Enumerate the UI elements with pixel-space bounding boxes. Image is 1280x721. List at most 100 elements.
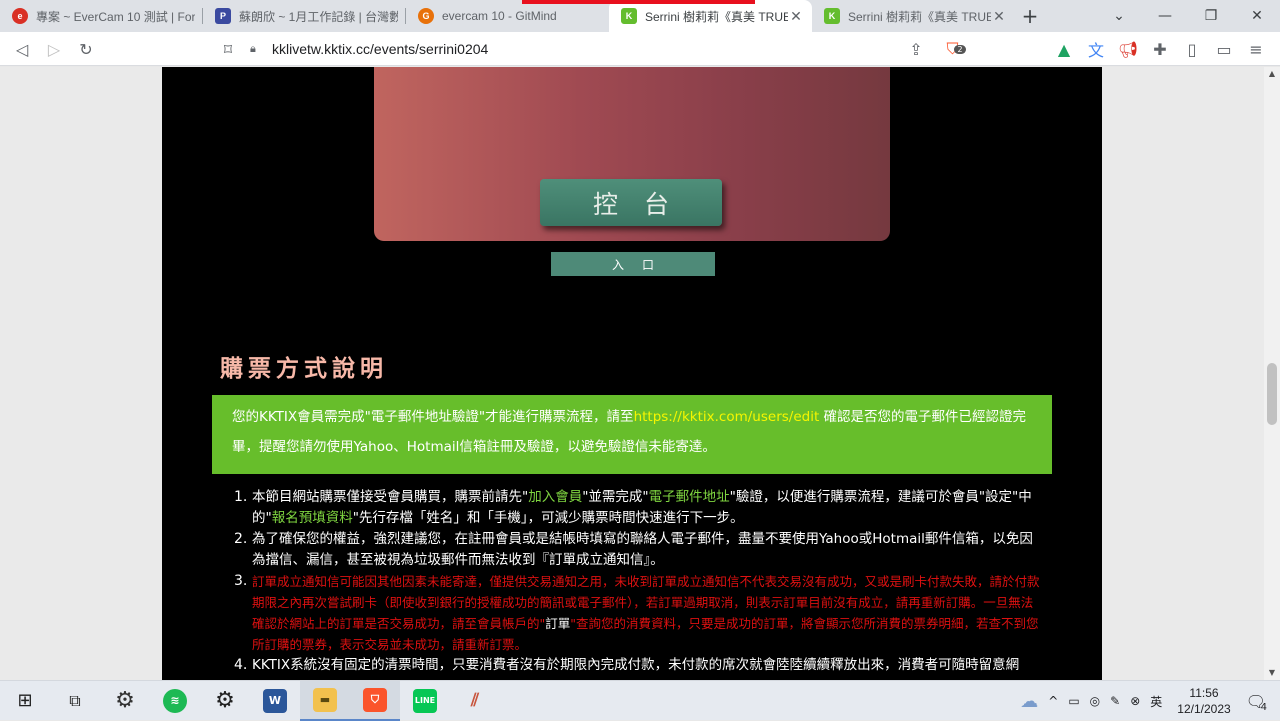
browser-tab[interactable]: e 專案 ~ EverCam 10 測試 | Forn xyxy=(0,0,203,32)
close-icon[interactable]: ✕ xyxy=(1234,0,1280,32)
list-item: 4. KKTIX系統沒有固定的清票時間，只要消費者沒有於期限內完成付款，未付款的… xyxy=(234,655,1042,676)
tab-title: Serrini 樹莉莉《真美 TRUE LOV xyxy=(848,9,991,24)
translate-icon[interactable]: 文 xyxy=(1080,33,1112,65)
browser-tab-active[interactable]: K Serrini 樹莉莉《真美 TRUE ✕ xyxy=(609,0,812,32)
rule-text: KKTIX系統沒有固定的清票時間，只要消費者沒有於期限內完成付款，未付款的席次就… xyxy=(252,657,1020,673)
list-number: 4. xyxy=(234,657,248,673)
page-viewport: 控台 入口 購票方式說明 您的KKTIX會員需完成"電子郵件地址驗證"才能進行購… xyxy=(0,67,1264,680)
scroll-down-icon[interactable]: ▼ xyxy=(1264,666,1280,680)
brave-shield-icon[interactable]: ⛉ 2 xyxy=(940,33,972,65)
start-button[interactable]: ⊞ xyxy=(0,681,50,721)
bookmark-icon[interactable]: ⌑ xyxy=(212,33,244,65)
brave-browser-icon: ⛉ xyxy=(363,687,387,712)
minimize-icon[interactable]: — xyxy=(1142,0,1188,32)
orders-link[interactable]: 訂單 xyxy=(545,616,570,631)
wallet-icon[interactable]: ▭ xyxy=(1208,33,1240,65)
tab-close-icon[interactable]: ✕ xyxy=(991,8,1007,25)
input-method-indicator[interactable]: 英 xyxy=(1150,693,1162,710)
list-number: 3. xyxy=(234,573,248,589)
address-bar[interactable]: 🔒︎ kklivetw.kktix.cc/events/serrini0204 xyxy=(250,39,488,59)
url-text: kklivetw.kktix.cc/events/serrini0204 xyxy=(272,41,489,57)
taskbar-app[interactable]: ⚙ xyxy=(200,681,250,721)
word-icon: W xyxy=(263,688,287,713)
event-content: 控台 入口 購票方式說明 您的KKTIX會員需完成"電子郵件地址驗證"才能進行購… xyxy=(162,67,1102,680)
tab-favicon-icon: K xyxy=(621,8,637,24)
notification-icon[interactable]: 🗨︎ 4 xyxy=(1246,692,1267,713)
list-number: 2. xyxy=(234,531,248,547)
camera-icon[interactable]: ◎ xyxy=(1090,694,1100,708)
rules-list: 1. 本節目網站購票僅接受會員購買，購票前請先"加入會員"並需完成"電子郵件地址… xyxy=(234,487,1042,676)
task-view-button[interactable]: ⧉ xyxy=(50,681,100,721)
chevron-up-icon[interactable]: ^ xyxy=(1048,694,1058,708)
file-explorer-icon: ▬ xyxy=(313,687,337,712)
notice-box: 您的KKTIX會員需完成"電子郵件地址驗證"才能進行購票流程，請至https:/… xyxy=(212,395,1052,474)
rule-text: "並需完成" xyxy=(582,489,649,505)
section-heading: 購票方式說明 xyxy=(220,356,388,382)
tab-title: Serrini 樹莉莉《真美 TRUE xyxy=(645,9,788,24)
reload-icon[interactable]: ↻ xyxy=(70,33,102,65)
taskbar-app-active[interactable]: ⛉ xyxy=(350,680,400,721)
plus-icon[interactable]: + xyxy=(1015,0,1045,32)
clock-time: 11:56 xyxy=(1189,686,1219,700)
list-item: 1. 本節目網站購票僅接受會員購買，購票前請先"加入會員"並需完成"電子郵件地址… xyxy=(234,487,1042,529)
pen-icon[interactable]: ✎ xyxy=(1110,694,1120,708)
clock-date: 12/1/2023 xyxy=(1177,702,1231,716)
taskbar-app[interactable]: LINE xyxy=(400,681,450,721)
task-view-icon: ⧉ xyxy=(69,690,81,710)
google-drive-icon[interactable]: ▲ xyxy=(1048,33,1080,65)
back-icon[interactable]: ◁ xyxy=(6,33,38,65)
notice-text: 您的KKTIX會員需完成"電子郵件地址驗證"才能進行購票流程，請至 xyxy=(232,409,634,425)
tab-title: evercam 10 - GitMind xyxy=(442,9,557,23)
taskbar-app[interactable]: ⫽ xyxy=(450,681,500,721)
system-tray: ☁ ^ ▭ ◎ ✎ ⊗ 英 11:56 12/1/2023 🗨︎ 4 xyxy=(1015,681,1280,721)
restore-icon[interactable]: ❐ xyxy=(1188,0,1234,32)
network-icon[interactable]: ▭ xyxy=(1068,694,1079,708)
weather-icon[interactable]: ☁ xyxy=(1020,691,1038,712)
clock[interactable]: 11:56 12/1/2023 xyxy=(1177,685,1230,717)
page-scrollbar[interactable]: ▲ ▼ xyxy=(1264,67,1280,680)
scroll-up-icon[interactable]: ▲ xyxy=(1264,67,1280,81)
tab-favicon-icon: e xyxy=(12,8,28,24)
tab-title: 專案 ~ EverCam 10 測試 | Forn xyxy=(36,9,195,24)
scrollbar-thumb[interactable] xyxy=(1267,363,1277,425)
lock-icon: 🔒︎ xyxy=(250,42,256,55)
browser-tab[interactable]: K Serrini 樹莉莉《真美 TRUE LOV ✕ xyxy=(812,0,1015,32)
sidebar-icon[interactable]: ▯ xyxy=(1176,33,1208,65)
prefill-data-link[interactable]: 報名預填資料 xyxy=(272,510,353,526)
windows-logo-icon: ⊞ xyxy=(17,690,33,711)
app-stripes-icon: ⫽ xyxy=(470,690,480,711)
list-item: 3. 訂單成立通知信可能因其他因素未能寄達，僅提供交易通知之用，未收到訂單成立通… xyxy=(234,571,1042,655)
enter-button[interactable]: 入口 xyxy=(551,252,715,276)
tab-favicon-icon: K xyxy=(824,8,840,24)
rule-text: 為了確保您的權益，強烈建議您，在註冊會員或是結帳時填寫的聯絡人電子郵件，盡量不要… xyxy=(252,531,1033,568)
taskbar-app[interactable]: ≋ xyxy=(150,681,200,721)
close-circle-icon[interactable]: ⊗ xyxy=(1130,694,1140,708)
list-number: 1. xyxy=(234,489,248,505)
share-icon[interactable]: ⇪ xyxy=(900,33,932,65)
tab-favicon-icon: P xyxy=(215,8,231,24)
chevron-down-icon[interactable]: ⌄ xyxy=(1096,0,1142,32)
extensions-icon[interactable]: ✚ xyxy=(1144,33,1176,65)
tab-favicon-icon: G xyxy=(418,8,434,24)
taskbar-app[interactable]: ⚙ xyxy=(100,681,150,721)
menu-icon[interactable]: ≡ xyxy=(1240,33,1272,65)
email-address-link[interactable]: 電子郵件地址 xyxy=(649,489,730,505)
account-edit-link[interactable]: https://kktix.com/users/edit xyxy=(634,409,820,425)
window-controls: ⌄ — ❐ ✕ xyxy=(1096,0,1280,32)
taskbar-app-active[interactable]: ▬ xyxy=(300,680,350,721)
tab-strip: e 專案 ~ EverCam 10 測試 | Forn P 蘇朗欣 ~ 1月工作… xyxy=(0,0,1280,32)
taskbar-app[interactable]: W xyxy=(250,681,300,721)
tab-title: 蘇朗欣 ~ 1月工作記錄 | 台灣數 xyxy=(239,9,398,24)
console-button[interactable]: 控台 xyxy=(540,179,722,226)
windows-taskbar: ⊞ ⧉ ⚙ ≋ ⚙ W ▬ ⛉ LINE ⫽ ☁ ^ ▭ ◎ ✎ ⊗ 英 11:… xyxy=(0,680,1280,721)
spotify-icon: ≋ xyxy=(163,688,187,713)
join-member-link[interactable]: 加入會員 xyxy=(528,489,582,505)
browser-tab[interactable]: P 蘇朗欣 ~ 1月工作記錄 | 台灣數 xyxy=(203,0,406,32)
notification-count: 4 xyxy=(1260,701,1267,713)
settings-gear-icon: ⚙ xyxy=(115,688,135,713)
browser-tab[interactable]: G evercam 10 - GitMind xyxy=(406,0,609,32)
tab-close-icon[interactable]: ✕ xyxy=(788,8,804,25)
browser-toolbar: ◁ ▷ ↻ ⌑ 🔒︎ kklivetw.kktix.cc/events/serr… xyxy=(0,32,1280,66)
forward-icon[interactable]: ▷ xyxy=(38,33,70,65)
megaphone-icon[interactable]: 📢︎ xyxy=(1112,33,1144,65)
